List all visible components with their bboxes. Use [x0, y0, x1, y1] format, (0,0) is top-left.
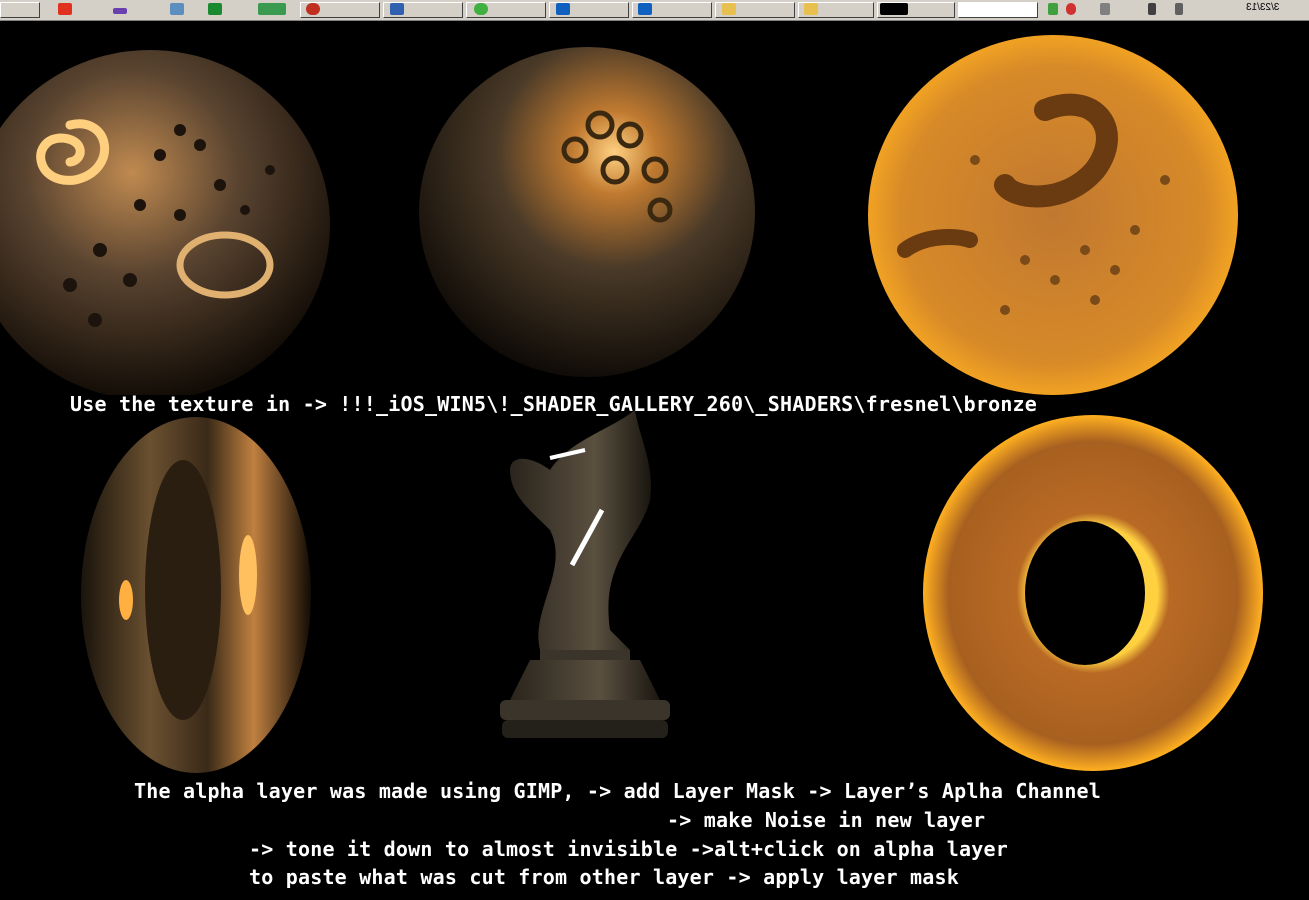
app-icon[interactable]: [58, 3, 72, 15]
app-icon[interactable]: [306, 3, 320, 15]
tray-icon[interactable]: [1175, 3, 1183, 15]
app-icon[interactable]: [258, 3, 286, 15]
bronze-chess-knight-render: [500, 410, 670, 738]
app-icon[interactable]: [113, 8, 127, 14]
app-icon[interactable]: [390, 3, 404, 15]
gimp-note-line-4: to paste what was cut from other layer -…: [249, 865, 959, 889]
app-icon[interactable]: [170, 3, 184, 15]
orange-sphere-fresnel-render: [868, 35, 1238, 395]
tray-icon[interactable]: [1048, 3, 1058, 15]
taskbar-button[interactable]: [958, 2, 1038, 18]
tray-icon[interactable]: [1100, 3, 1110, 15]
tray-clock: 3/23/13: [1245, 2, 1279, 13]
app-icon[interactable]: [556, 3, 570, 15]
bronze-sphere-dimpled-render: [419, 47, 755, 377]
taskbar: 3/23/13: [0, 0, 1309, 21]
bronze-sphere-swirl-render: [0, 50, 330, 395]
folder-icon[interactable]: [722, 3, 736, 15]
gimp-note-line-2: -> make Noise in new layer: [667, 808, 986, 832]
app-icon[interactable]: [208, 3, 222, 15]
bronze-torus-side-render: [81, 417, 311, 773]
gimp-note-line-1: The alpha layer was made using GIMP, -> …: [134, 779, 1102, 803]
folder-icon[interactable]: [804, 3, 818, 15]
orange-torus-front-render: [923, 415, 1263, 771]
app-icon[interactable]: [638, 3, 652, 15]
taskbar-button[interactable]: [0, 2, 40, 18]
texture-path-caption: Use the texture in -> !!!_iOS_WIN5\!_SHA…: [70, 392, 1038, 416]
gimp-note-line-3: -> tone it down to almost invisible ->al…: [249, 837, 1008, 861]
app-icon[interactable]: [880, 3, 908, 15]
tray-icon[interactable]: [1148, 3, 1156, 15]
app-icon[interactable]: [474, 3, 488, 15]
tray-icon[interactable]: [1066, 3, 1076, 15]
